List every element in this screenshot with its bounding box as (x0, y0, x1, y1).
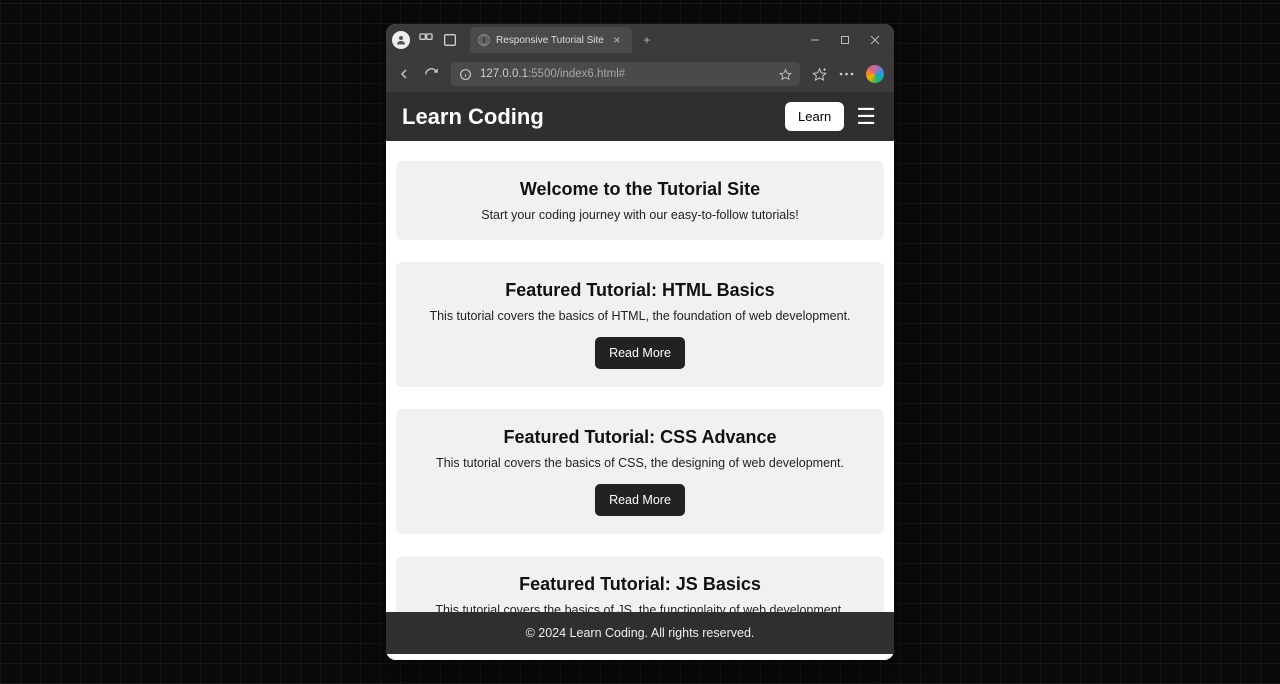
new-tab-button[interactable]: + (640, 34, 654, 46)
refresh-icon[interactable] (424, 67, 439, 82)
globe-icon (478, 34, 490, 46)
back-icon[interactable] (396, 66, 412, 82)
tutorial-desc: This tutorial covers the basics of HTML,… (408, 309, 872, 323)
url-text: 127.0.0.1:5500/index6.html# (480, 68, 771, 80)
tutorial-card: Featured Tutorial: JS Basics This tutori… (396, 556, 884, 612)
tutorial-title: Featured Tutorial: HTML Basics (408, 280, 872, 301)
site-header: Learn Coding Learn ☰ (386, 92, 894, 141)
menu-icon[interactable] (839, 72, 854, 76)
tab-title: Responsive Tutorial Site (496, 35, 604, 46)
tutorial-title: Featured Tutorial: JS Basics (408, 574, 872, 595)
tab-close-icon[interactable]: × (610, 34, 624, 46)
address-bar[interactable]: 127.0.0.1:5500/index6.html# (451, 62, 800, 86)
hero-title: Welcome to the Tutorial Site (408, 179, 872, 200)
tutorial-title: Featured Tutorial: CSS Advance (408, 427, 872, 448)
title-bar: Responsive Tutorial Site × + (386, 24, 894, 56)
minimize-icon[interactable] (808, 33, 822, 47)
tab-actions-icon[interactable] (442, 32, 458, 48)
copilot-icon[interactable] (866, 65, 884, 83)
read-more-button[interactable]: Read More (595, 337, 685, 369)
favorites-icon[interactable] (812, 67, 827, 82)
star-icon[interactable] (779, 68, 792, 81)
hero-card: Welcome to the Tutorial Site Start your … (396, 161, 884, 240)
brand-title: Learn Coding (402, 104, 775, 130)
hero-subtitle: Start your coding journey with our easy-… (408, 208, 872, 222)
site-info-icon[interactable] (459, 68, 472, 81)
tutorial-card: Featured Tutorial: HTML Basics This tuto… (396, 262, 884, 387)
footer-text: © 2024 Learn Coding. All rights reserved… (526, 626, 755, 640)
hamburger-icon[interactable]: ☰ (854, 104, 878, 130)
maximize-icon[interactable] (838, 33, 852, 47)
tutorial-card: Featured Tutorial: CSS Advance This tuto… (396, 409, 884, 534)
window-controls (808, 33, 888, 47)
page-viewport: Learn Coding Learn ☰ Welcome to the Tuto… (386, 92, 894, 660)
browser-tab[interactable]: Responsive Tutorial Site × (470, 27, 632, 53)
page-body: Welcome to the Tutorial Site Start your … (386, 141, 894, 612)
close-icon[interactable] (868, 33, 882, 47)
nav-bar: 127.0.0.1:5500/index6.html# (386, 56, 894, 92)
site-footer: © 2024 Learn Coding. All rights reserved… (386, 612, 894, 654)
read-more-button[interactable]: Read More (595, 484, 685, 516)
tutorial-desc: This tutorial covers the basics of CSS, … (408, 456, 872, 470)
title-bar-left (392, 31, 458, 49)
page-bottom-gap (386, 654, 894, 660)
browser-window: Responsive Tutorial Site × + (386, 24, 894, 660)
profile-icon[interactable] (392, 31, 410, 49)
learn-button[interactable]: Learn (785, 102, 844, 131)
tutorial-desc: This tutorial covers the basics of JS, t… (408, 603, 872, 612)
workspaces-icon[interactable] (418, 32, 434, 48)
nav-right (812, 65, 884, 83)
